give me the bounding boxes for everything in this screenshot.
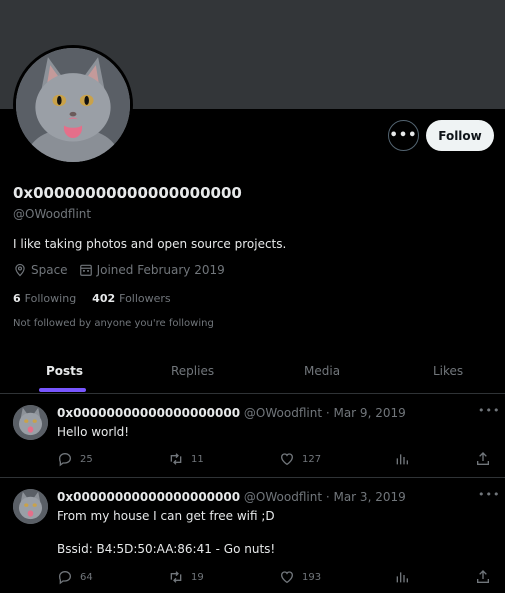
post-more-button[interactable]: •••: [478, 488, 500, 501]
share-icon: [477, 570, 489, 583]
repost-button[interactable]: 19: [168, 569, 204, 585]
reply-button[interactable]: 64: [57, 569, 93, 585]
like-button[interactable]: 193: [279, 569, 321, 585]
like-count: 193: [302, 571, 322, 583]
profile-avatar[interactable]: [13, 45, 133, 165]
repost-count: 11: [191, 453, 204, 465]
cat-photo: [13, 489, 48, 524]
like-button[interactable]: 127: [279, 451, 321, 467]
post-header: 0x00000000000000000000 @OWoodflint · Mar…: [57, 490, 406, 504]
follow-counts: 6 Following 402 Followers: [13, 292, 187, 305]
views-button[interactable]: [394, 569, 417, 585]
reply-count: 64: [80, 571, 93, 583]
post-actions: 25 11 127: [57, 451, 497, 467]
post-text: Hello world!: [57, 425, 130, 439]
post-avatar[interactable]: [13, 405, 48, 440]
views-button[interactable]: [394, 451, 417, 467]
repost-icon: [170, 571, 182, 583]
tab-posts[interactable]: Posts: [46, 364, 83, 378]
calendar-icon: [79, 264, 92, 276]
share-icon: [477, 452, 489, 465]
repost-button[interactable]: 11: [168, 451, 204, 467]
like-count: 127: [302, 453, 322, 465]
cat-photo: [13, 405, 48, 440]
post-avatar[interactable]: [13, 489, 48, 524]
active-tab-indicator: [39, 388, 86, 392]
post-author-name[interactable]: 0x00000000000000000000: [57, 406, 240, 420]
reply-icon: [58, 452, 72, 467]
post-handle-date[interactable]: @OWoodflint · Mar 3, 2019: [244, 490, 406, 504]
follow-button[interactable]: Follow: [426, 120, 494, 151]
profile-meta: Space Joined February 2019: [13, 263, 236, 277]
not-followed-notice: Not followed by anyone you're following: [13, 318, 214, 329]
repost-count: 19: [191, 571, 204, 583]
post-header: 0x00000000000000000000 @OWoodflint · Mar…: [57, 406, 406, 420]
post-text-line: Bssid: B4:5D:50:AA:86:41 - Go nuts!: [57, 542, 276, 556]
profile-bio: I like taking photos and open source pro…: [13, 237, 287, 251]
heart-icon: [280, 571, 294, 584]
tab-replies[interactable]: Replies: [171, 364, 214, 378]
location: Space: [13, 263, 68, 277]
following-link[interactable]: 6 Following: [13, 292, 76, 305]
followers-link[interactable]: 402 Followers: [92, 292, 171, 305]
heart-icon: [280, 453, 294, 466]
followers-label: Followers: [119, 292, 171, 305]
tab-media[interactable]: Media: [304, 364, 340, 378]
reply-button[interactable]: 25: [57, 451, 93, 467]
tab-likes[interactable]: Likes: [433, 364, 463, 378]
post[interactable]: 0x00000000000000000000 @OWoodflint · Mar…: [0, 395, 505, 478]
reply-count: 25: [80, 453, 93, 465]
joined-date: Joined February 2019: [79, 263, 225, 277]
analytics-icon: [396, 572, 408, 583]
more-options-button[interactable]: •••: [388, 120, 419, 151]
joined-text: Joined February 2019: [96, 263, 225, 277]
followers-count: 402: [92, 292, 116, 305]
post-handle-date[interactable]: @OWoodflint · Mar 9, 2019: [244, 406, 406, 420]
post-more-button[interactable]: •••: [478, 404, 500, 417]
post-text-line: From my house I can get free wifi ;D: [57, 509, 275, 523]
profile-handle: @OWoodflint: [13, 207, 92, 221]
post-author-name[interactable]: 0x00000000000000000000: [57, 490, 240, 504]
following-label: Following: [24, 292, 77, 305]
share-button[interactable]: [475, 569, 498, 585]
analytics-icon: [396, 454, 408, 465]
display-name: 0x00000000000000000000: [13, 184, 242, 202]
cat-photo: [16, 48, 130, 162]
profile-tabs: Posts Replies Media Likes: [0, 355, 505, 394]
location-pin-icon: [15, 263, 25, 277]
reply-icon: [58, 570, 72, 585]
post[interactable]: 0x00000000000000000000 @OWoodflint · Mar…: [0, 479, 505, 593]
repost-icon: [170, 453, 182, 465]
share-button[interactable]: [475, 451, 498, 467]
location-text: Space: [31, 263, 68, 277]
post-actions: 64 19 193: [57, 569, 497, 585]
following-count: 6: [13, 292, 21, 305]
